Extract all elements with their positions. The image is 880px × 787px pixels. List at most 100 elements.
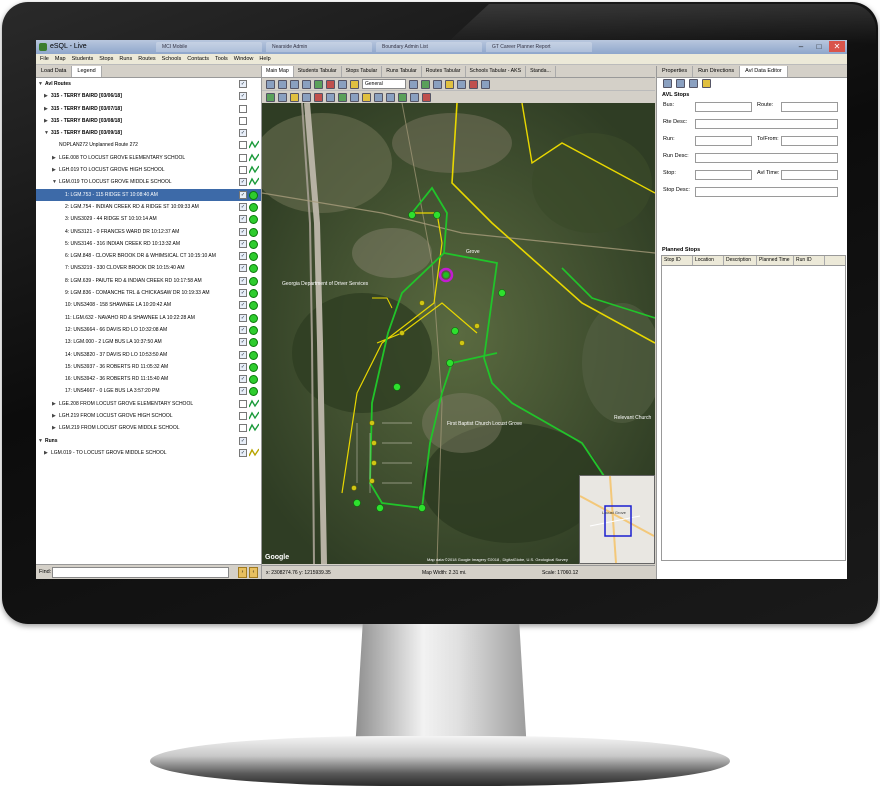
visibility-checkbox[interactable] xyxy=(239,116,247,125)
tab-standard[interactable]: Standa... xyxy=(526,66,556,77)
zoom-in-icon[interactable] xyxy=(266,79,275,89)
legend-tree-row[interactable]: ▶ LGE.008 TO LOCUST GROVE ELEMENTARY SCHO… xyxy=(36,152,261,164)
measure-icon[interactable] xyxy=(433,79,442,89)
filter-icon[interactable] xyxy=(409,79,418,89)
legend-tree-row[interactable]: 8: LGM.639 - PAIUTE RD & INDIAN CREEK RD… xyxy=(36,275,261,287)
legend-tree-row[interactable]: ▼ Runs ✓ xyxy=(36,435,261,447)
visibility-checkbox[interactable] xyxy=(239,399,247,408)
menu-help[interactable]: Help xyxy=(259,56,270,62)
expand-arrow-icon[interactable]: ▼ xyxy=(52,179,57,185)
stop-field[interactable] xyxy=(695,170,752,180)
visibility-checkbox[interactable]: ✓ xyxy=(239,92,247,101)
legend-tree-row[interactable]: 10: UNS3408 - 158 SHAWNEE LA 10:20:42 AM… xyxy=(36,299,261,311)
col-location[interactable]: Location xyxy=(693,256,724,265)
close-icon[interactable]: ✕ xyxy=(829,41,845,52)
draw-icon[interactable] xyxy=(266,92,275,102)
tab-students-tabular[interactable]: Students Tabular xyxy=(294,66,342,77)
col-description[interactable]: Description xyxy=(724,256,757,265)
overview-inset-map[interactable]: Locust Grove xyxy=(579,475,655,564)
tab-run-directions[interactable]: Run Directions xyxy=(693,66,741,77)
legend-tree-row[interactable]: 16: UNS3942 - 36 ROBERTS RD 11:15:40 AM ✓ xyxy=(36,373,261,385)
tab-stops-tabular[interactable]: Stops Tabular xyxy=(342,66,383,77)
menu-window[interactable]: Window xyxy=(234,56,254,62)
legend-tree-row[interactable]: 5: UNS3146 - 316 INDIAN CREEK RD 10:13:3… xyxy=(36,238,261,250)
map-view[interactable]: Georgia Department of Driver Services Fi… xyxy=(262,103,655,564)
settings-icon[interactable] xyxy=(481,79,490,89)
collapse-arrow-icon[interactable]: ▶ xyxy=(52,167,56,173)
legend-tree-row[interactable]: ▼ LGM.019 TO LOCUST GROVE MIDDLE SCHOOL ✓ xyxy=(36,176,261,188)
visibility-checkbox[interactable] xyxy=(239,153,247,162)
visibility-checkbox[interactable]: ✓ xyxy=(239,387,247,396)
collapse-arrow-icon[interactable]: ▶ xyxy=(44,93,48,99)
visibility-checkbox[interactable]: ✓ xyxy=(239,313,247,322)
sun-icon[interactable] xyxy=(702,79,711,88)
visibility-checkbox[interactable]: ✓ xyxy=(239,301,247,310)
visibility-checkbox[interactable]: ✓ xyxy=(239,202,247,211)
tab-legend[interactable]: Legend xyxy=(72,66,102,77)
visibility-checkbox[interactable] xyxy=(239,104,247,113)
move-stop-icon[interactable] xyxy=(350,92,359,102)
layer-icon[interactable] xyxy=(314,79,323,89)
edit-icon[interactable] xyxy=(278,92,287,102)
background-tab[interactable]: MCI Mobile xyxy=(156,42,262,52)
legend-tree-row[interactable]: ▶ LGM.019 - TO LOCUST GROVE MIDDLE SCHOOL… xyxy=(36,447,261,459)
legend-tree-row[interactable]: 6: LGM.848 - CLOVER BROOK DR & WHIMSICAL… xyxy=(36,250,261,262)
route-icon[interactable] xyxy=(421,79,430,89)
menu-tools[interactable]: Tools xyxy=(215,56,228,62)
legend-tree-row[interactable]: ▶ 315 - TERRY BAIRD [03/06/18] ✓ xyxy=(36,90,261,102)
legend-tree-row[interactable]: ▶ LGH.219 FROM LOCUST GROVE HIGH SCHOOL xyxy=(36,410,261,422)
visibility-checkbox[interactable]: ✓ xyxy=(239,227,247,236)
add-stop-icon[interactable] xyxy=(338,92,347,102)
collapse-arrow-icon[interactable]: ▶ xyxy=(52,401,56,407)
maximize-icon[interactable]: □ xyxy=(811,41,827,52)
visibility-checkbox[interactable]: ✓ xyxy=(239,325,247,334)
legend-tree-row[interactable]: NOPLAN272 Unplanned Route 272 xyxy=(36,139,261,151)
visibility-checkbox[interactable] xyxy=(239,424,247,433)
legend-tree-row[interactable]: 12: UNS3664 - 66 DAVIS RD LO 10:32:08 AM… xyxy=(36,324,261,336)
legend-tree-row[interactable]: ▼ 315 - TERRY BAIRD [03/09/18] ✓ xyxy=(36,127,261,139)
optimize-icon[interactable] xyxy=(362,92,371,102)
visibility-checkbox[interactable]: ✓ xyxy=(239,178,247,187)
visibility-checkbox[interactable]: ✓ xyxy=(239,276,247,285)
alert-icon[interactable] xyxy=(469,79,478,89)
menu-map[interactable]: Map xyxy=(55,56,66,62)
visibility-checkbox[interactable]: ✓ xyxy=(239,190,247,199)
legend-tree-row[interactable]: 15: UNS3937 - 36 ROBERTS RD 11:05:32 AM ✓ xyxy=(36,361,261,373)
find-input[interactable] xyxy=(52,567,229,578)
legend-tree-row[interactable]: 17: UNS4667 - 0 LGE BUS LA 3:57:20 PM ✓ xyxy=(36,385,261,397)
path-icon[interactable] xyxy=(410,92,419,102)
tab-properties[interactable]: Properties xyxy=(657,66,694,77)
legend-tree-row[interactable]: ▶ LGH.019 TO LOCUST GROVE HIGH SCHOOL xyxy=(36,164,261,176)
zoom-out-icon[interactable] xyxy=(278,79,287,89)
visibility-checkbox[interactable] xyxy=(239,166,247,175)
legend-tree-row[interactable]: 11: LGM.632 - NAVAHO RD & SHAWNEE LA 10:… xyxy=(36,312,261,324)
background-tab[interactable]: Boundary Admin List xyxy=(376,42,482,52)
find-prev-icon[interactable]: ‹ xyxy=(249,567,258,578)
visibility-checkbox[interactable]: ✓ xyxy=(239,436,247,445)
tab-routes-tabular[interactable]: Routes Tabular xyxy=(422,66,466,77)
to-from-field[interactable] xyxy=(781,136,838,146)
menu-students[interactable]: Students xyxy=(72,56,94,62)
legend-tree-row[interactable]: 9: LGM.836 - COMANCHE TRL & CHICKASAW DR… xyxy=(36,287,261,299)
bus-field[interactable] xyxy=(695,102,752,112)
menu-routes[interactable]: Routes xyxy=(138,56,155,62)
legend-tree-row[interactable]: 7: UNS3219 - 330 CLOVER BROOK DR 10:15:4… xyxy=(36,262,261,274)
expand-arrow-icon[interactable]: ▼ xyxy=(38,81,43,87)
visibility-checkbox[interactable]: ✓ xyxy=(239,350,247,359)
tab-schools-tabular[interactable]: Schools Tabular - AKS xyxy=(466,66,527,77)
stop-desc-field[interactable] xyxy=(695,187,838,197)
visibility-checkbox[interactable] xyxy=(239,412,247,421)
select-icon[interactable] xyxy=(302,79,311,89)
visibility-checkbox[interactable]: ✓ xyxy=(239,448,247,457)
record-icon[interactable] xyxy=(422,92,431,102)
planned-stops-table[interactable]: Stop ID Location Description Planned Tim… xyxy=(661,255,846,561)
link-icon[interactable] xyxy=(374,92,383,102)
visibility-checkbox[interactable]: ✓ xyxy=(239,338,247,347)
stop-icon[interactable] xyxy=(445,79,454,89)
menu-schools[interactable]: Schools xyxy=(162,56,182,62)
school-icon[interactable] xyxy=(302,92,311,102)
tab-main-map[interactable]: Main Map xyxy=(262,66,294,77)
select-arrow-icon[interactable] xyxy=(663,79,672,88)
route-field[interactable] xyxy=(781,102,838,112)
legend-tree-row[interactable]: ▶ 315 - TERRY BAIRD [03/08/18] xyxy=(36,115,261,127)
